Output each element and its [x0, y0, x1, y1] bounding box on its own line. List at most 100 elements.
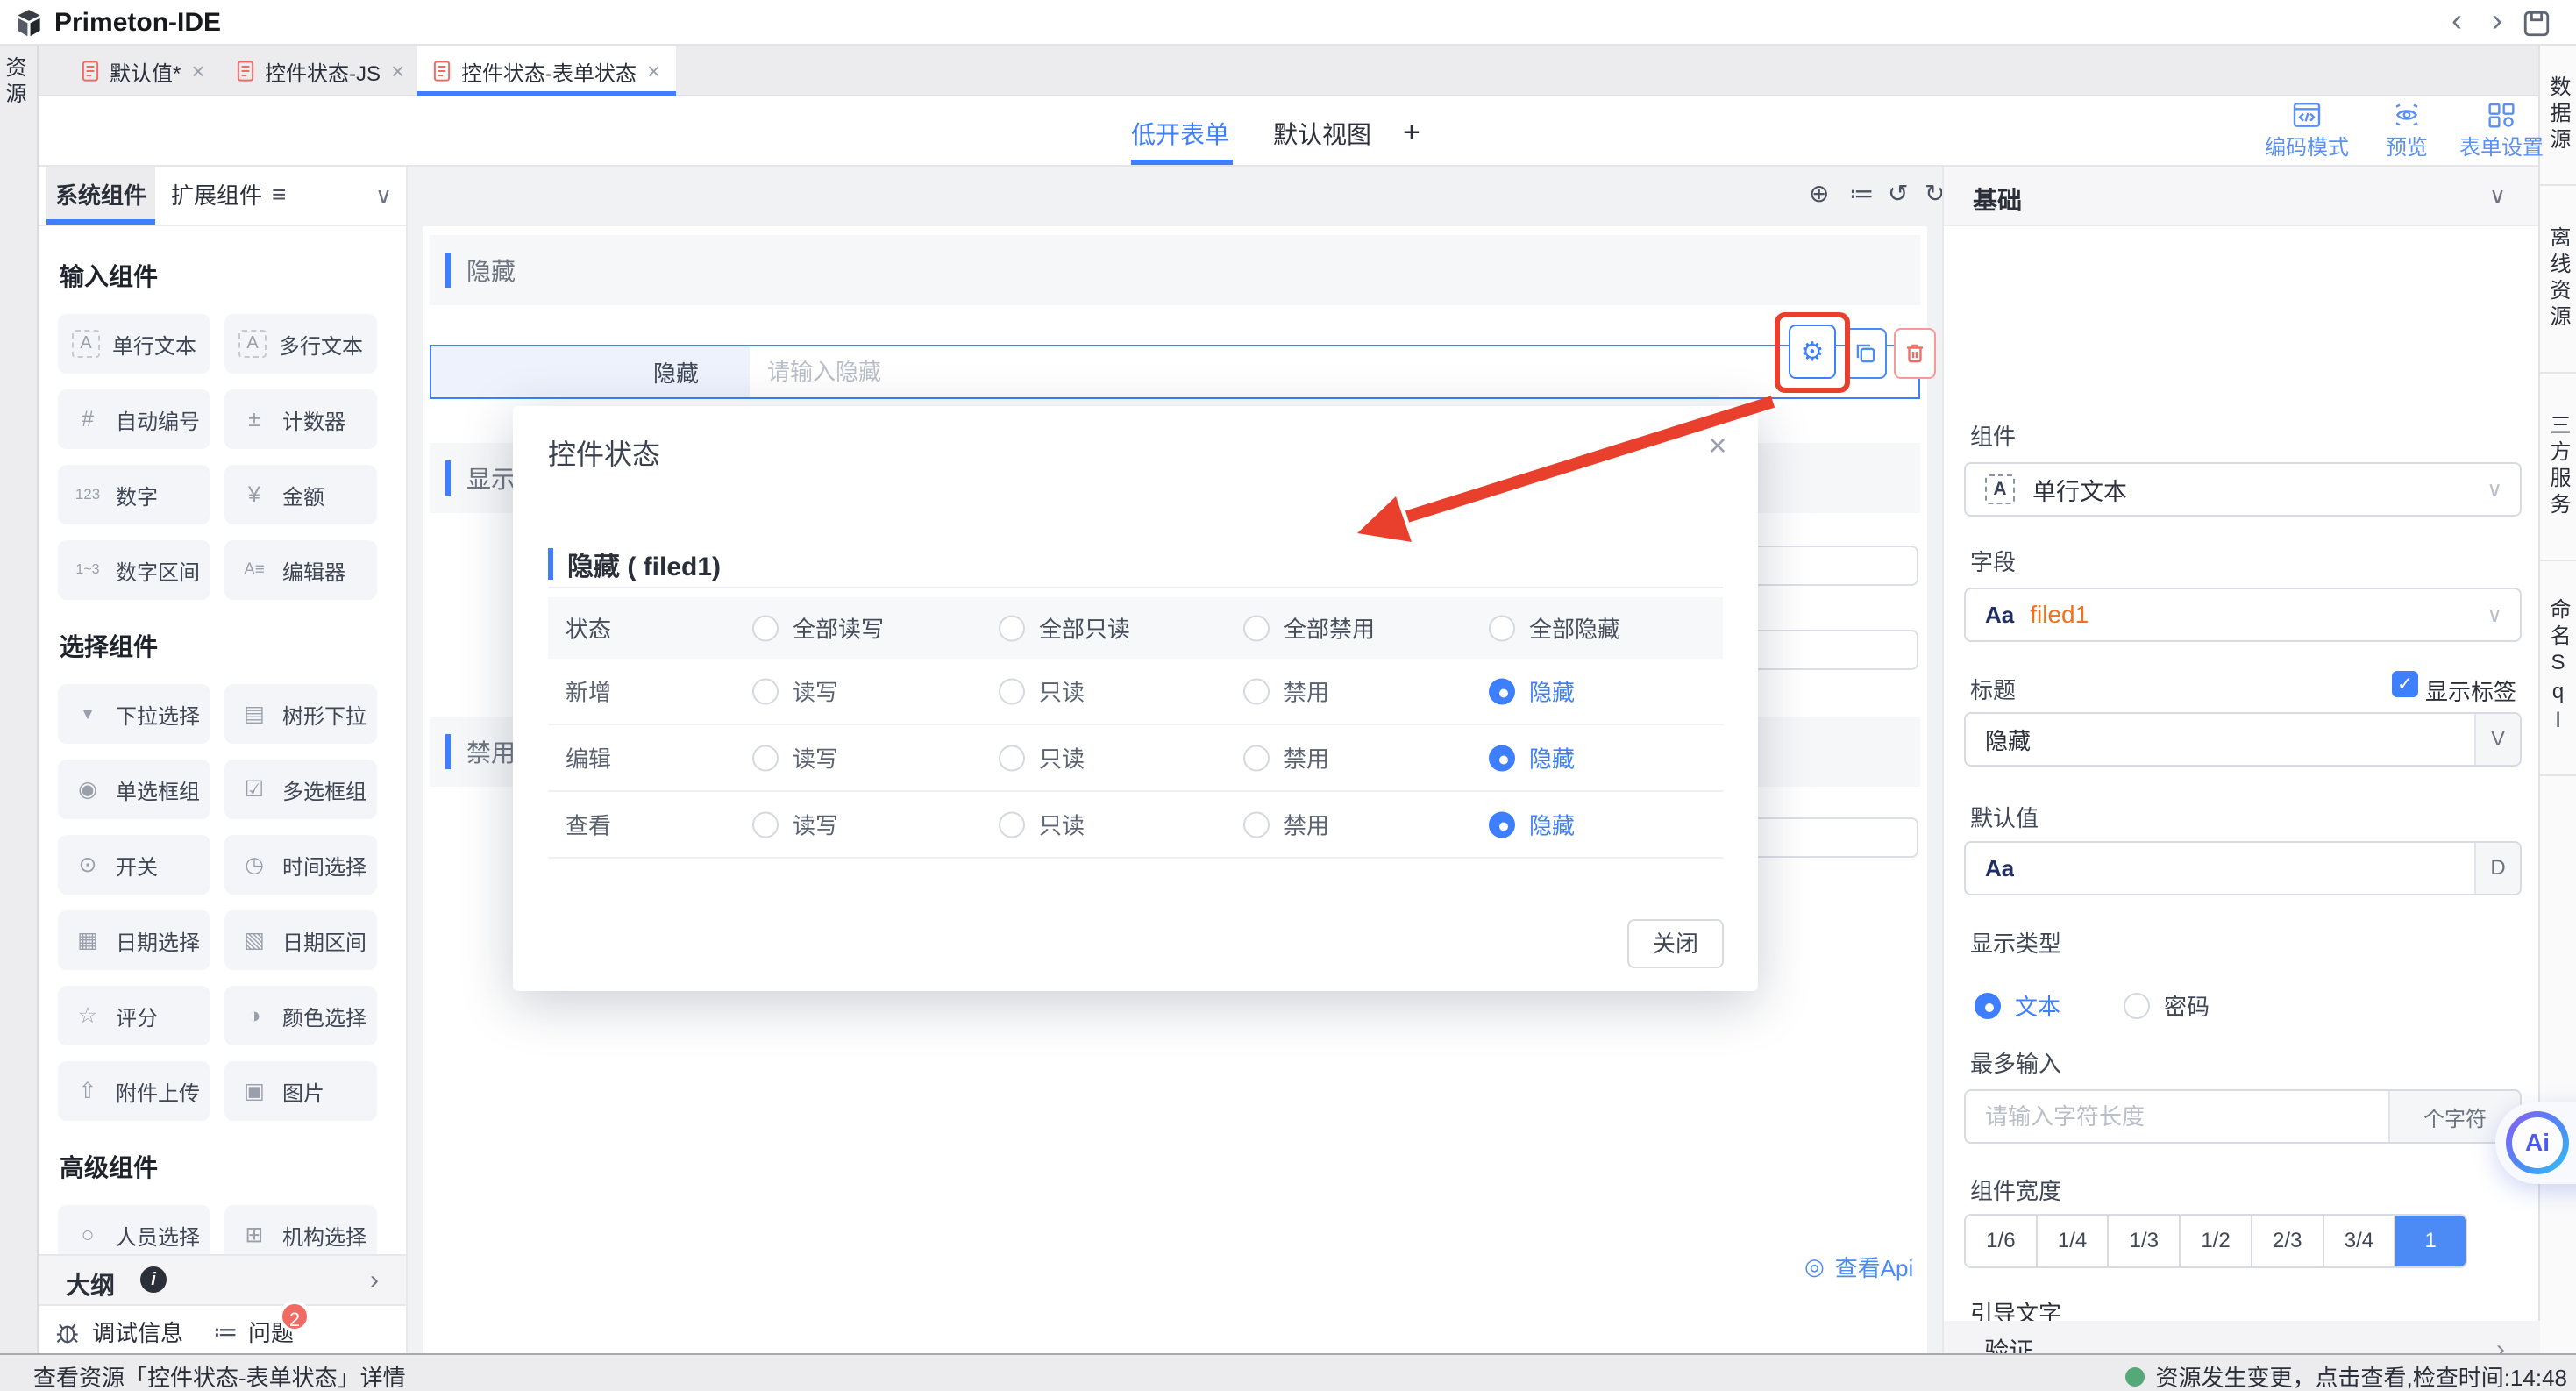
undo-icon[interactable]: ↺: [1888, 179, 1908, 208]
field-delete-button[interactable]: [1894, 328, 1936, 379]
outline-expand-icon[interactable]: ›: [370, 1266, 379, 1295]
title-variable-addon[interactable]: V: [2474, 714, 2520, 765]
radio-icon[interactable]: [1489, 615, 1515, 641]
debug-info-button[interactable]: 调试信息: [55, 1316, 183, 1348]
component-tile-org-select[interactable]: ⊞机构选择: [224, 1205, 377, 1254]
collapse-icon[interactable]: ∨: [2489, 182, 2506, 210]
field-copy-button[interactable]: [1845, 328, 1887, 379]
width-option-1-4[interactable]: 1/4: [2038, 1216, 2110, 1266]
default-value-input[interactable]: [2014, 854, 2474, 883]
radio-icon[interactable]: [752, 615, 779, 641]
tab-lowcode-form[interactable]: 低开表单: [1131, 116, 1229, 151]
radio-icon[interactable]: [999, 615, 1025, 641]
radio-option-readwrite[interactable]: 读写: [752, 809, 838, 841]
add-view-button[interactable]: +: [1403, 116, 1420, 150]
radio-icon[interactable]: [2124, 993, 2150, 1019]
radio-selected-icon[interactable]: [1489, 745, 1515, 771]
tab-system-components[interactable]: 系统组件: [46, 167, 155, 225]
status-resource-detail[interactable]: 查看资源「控件状态-表单状态」详情: [33, 1360, 406, 1391]
field-input[interactable]: [750, 346, 1918, 397]
component-tile-text-single[interactable]: A单行文本: [58, 314, 210, 374]
rail-tab-thirdparty-services[interactable]: 三方服务: [2543, 414, 2573, 519]
display-type-password-option[interactable]: 密码: [2124, 989, 2210, 1022]
radio-icon[interactable]: [752, 678, 779, 704]
panel-header-basic[interactable]: 基础 ∨: [1944, 167, 2538, 226]
radio-option-disabled[interactable]: 禁用: [1243, 809, 1329, 841]
component-tile-counter[interactable]: ±计数器: [224, 389, 377, 449]
width-option-1-2[interactable]: 1/2: [2181, 1216, 2252, 1266]
save-icon[interactable]: [2522, 9, 2551, 39]
radio-option-readwrite[interactable]: 读写: [752, 675, 838, 708]
component-tile-tree-select[interactable]: ▤树形下拉: [224, 684, 377, 744]
radio-icon[interactable]: [1243, 811, 1270, 838]
radio-icon[interactable]: [752, 811, 779, 838]
component-tile-text-multi[interactable]: A多行文本: [224, 314, 377, 374]
modal-close-icon[interactable]: ×: [1698, 427, 1737, 464]
tab-extension-components[interactable]: 扩展组件: [162, 167, 271, 225]
code-mode-button[interactable]: 编码模式: [2250, 102, 2364, 160]
width-option-3-4[interactable]: 3/4: [2324, 1216, 2396, 1266]
width-option-1-3[interactable]: 1/3: [2109, 1216, 2181, 1266]
radio-option-readwrite[interactable]: 读写: [752, 742, 838, 774]
width-option-full[interactable]: 1: [2395, 1216, 2466, 1266]
tab-default-value[interactable]: 默认值* ×: [66, 46, 221, 96]
outline-tool-icon[interactable]: ≔: [1849, 179, 1874, 208]
component-tile-number[interactable]: 123数字: [58, 465, 210, 524]
rail-tab-resources[interactable]: 资源: [8, 56, 29, 109]
view-api-link[interactable]: ◎ 查看Api: [1804, 1251, 1913, 1283]
component-tile-switch[interactable]: ⊙开关: [58, 835, 210, 895]
width-option-2-3[interactable]: 2/3: [2252, 1216, 2324, 1266]
ai-assistant-button[interactable]: Ai: [2495, 1102, 2576, 1184]
radio-selected-icon[interactable]: [1489, 811, 1515, 838]
radio-option-all-readonly[interactable]: 全部只读: [999, 612, 1130, 645]
component-tile-color-picker[interactable]: ◑颜色选择: [224, 986, 377, 1045]
component-tile-person-select[interactable]: ○人员选择: [58, 1205, 210, 1254]
max-input[interactable]: [1966, 1102, 2388, 1131]
radio-icon[interactable]: [1243, 615, 1270, 641]
radio-icon[interactable]: [752, 745, 779, 771]
component-tile-radio-group[interactable]: ◉单选框组: [58, 760, 210, 819]
sidebar-collapse-icon[interactable]: ∨: [375, 182, 392, 210]
component-tile-select[interactable]: ▼下拉选择: [58, 684, 210, 744]
tab-control-state-form-state[interactable]: 控件状态-表单状态 ×: [417, 46, 676, 96]
radio-option-hidden-selected[interactable]: 隐藏: [1489, 675, 1575, 708]
component-tile-amount[interactable]: ¥金额: [224, 465, 377, 524]
component-tile-time-picker[interactable]: ◷时间选择: [224, 835, 377, 895]
radio-selected-icon[interactable]: [1489, 678, 1515, 704]
rail-tab-named-sql[interactable]: 命名Sql: [2543, 598, 2573, 738]
component-tile-auto-number[interactable]: #自动编号: [58, 389, 210, 449]
radio-option-disabled[interactable]: 禁用: [1243, 675, 1329, 708]
radio-icon[interactable]: [999, 745, 1025, 771]
radio-icon[interactable]: [1243, 678, 1270, 704]
component-list-menu-icon[interactable]: ≡: [272, 181, 286, 209]
radio-option-hidden-selected[interactable]: 隐藏: [1489, 742, 1575, 774]
close-tab-icon[interactable]: ×: [191, 58, 204, 85]
title-input[interactable]: [1966, 725, 2474, 754]
nav-forward-icon[interactable]: ›: [2478, 2, 2516, 39]
close-tab-icon[interactable]: ×: [647, 58, 660, 85]
radio-option-disabled[interactable]: 禁用: [1243, 742, 1329, 774]
status-change-notice[interactable]: 资源发生变更，点击查看,检查时间:14:48: [2125, 1360, 2567, 1391]
component-tile-checkbox-group[interactable]: ☑多选框组: [224, 760, 377, 819]
nav-back-icon[interactable]: ‹: [2437, 2, 2476, 39]
radio-option-readonly[interactable]: 只读: [999, 742, 1085, 774]
component-tile-rating[interactable]: ☆评分: [58, 986, 210, 1045]
component-tile-number-range[interactable]: 1~3数字区间: [58, 540, 210, 600]
component-tile-editor[interactable]: A≡编辑器: [224, 540, 377, 600]
field-select[interactable]: Aa filed1 ∨: [1964, 588, 2522, 642]
rail-tab-offline-resources[interactable]: 离线资源: [2543, 226, 2573, 332]
modal-close-button[interactable]: 关闭: [1627, 919, 1724, 968]
selected-field-row[interactable]: 隐藏: [430, 345, 1920, 399]
radio-icon[interactable]: [999, 811, 1025, 838]
radio-icon[interactable]: [999, 678, 1025, 704]
radio-option-all-disabled[interactable]: 全部禁用: [1243, 612, 1375, 645]
component-tile-date-picker[interactable]: ▦日期选择: [58, 910, 210, 970]
component-tile-date-range[interactable]: ▧日期区间: [224, 910, 377, 970]
outline-bar[interactable]: 大纲 i ›: [39, 1254, 408, 1304]
display-type-text-option[interactable]: 文本: [1975, 989, 2060, 1022]
close-tab-icon[interactable]: ×: [391, 58, 404, 85]
width-option-1-6[interactable]: 1/6: [1966, 1216, 2038, 1266]
field-settings-button[interactable]: ⚙: [1789, 325, 1836, 379]
component-select[interactable]: A 单行文本 ∨: [1964, 462, 2522, 517]
radio-option-all-readwrite[interactable]: 全部读写: [752, 612, 884, 645]
